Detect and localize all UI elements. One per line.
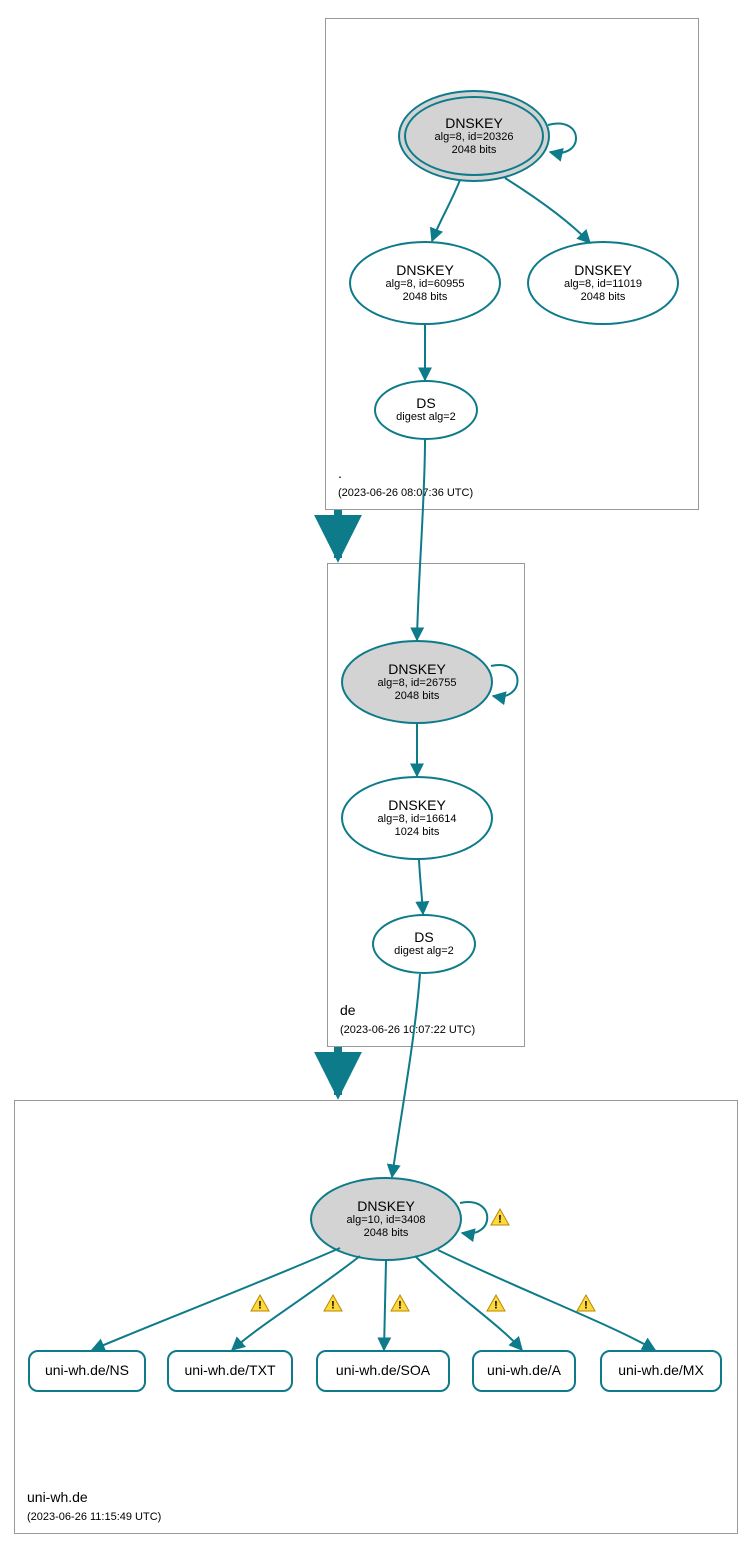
dnskey-de-ksk: DNSKEY alg=8, id=26755 2048 bits <box>341 640 493 724</box>
node-title: DNSKEY <box>357 1199 415 1214</box>
node-title: DS <box>414 930 433 945</box>
svg-text:!: ! <box>398 1300 402 1312</box>
dnskey-root-zsk1: DNSKEY alg=8, id=60955 2048 bits <box>349 241 501 325</box>
zone-root-label: . <box>338 465 342 481</box>
dnskey-de-zsk: DNSKEY alg=8, id=16614 1024 bits <box>341 776 493 860</box>
node-detail: alg=10, id=3408 <box>347 1214 426 1227</box>
dnskey-uniwh-ksk: DNSKEY alg=10, id=3408 2048 bits <box>310 1177 462 1261</box>
node-detail: alg=8, id=11019 <box>564 278 642 291</box>
node-title: uni-wh.de/TXT <box>184 1363 275 1378</box>
svg-text:!: ! <box>498 1214 502 1226</box>
node-title: uni-wh.de/A <box>487 1363 561 1378</box>
rr-uniwh-mx: uni-wh.de/MX <box>600 1350 722 1392</box>
rr-uniwh-a: uni-wh.de/A <box>472 1350 576 1392</box>
rr-uniwh-ns: uni-wh.de/NS <box>28 1350 146 1392</box>
node-title: DNSKEY <box>445 116 503 131</box>
node-detail: 2048 bits <box>364 1227 409 1240</box>
node-title: uni-wh.de/NS <box>45 1363 129 1378</box>
node-detail: alg=8, id=16614 <box>378 813 457 826</box>
node-detail: 1024 bits <box>395 826 440 839</box>
node-title: uni-wh.de/SOA <box>336 1363 430 1378</box>
warning-icon: ! <box>323 1294 343 1312</box>
warning-icon: ! <box>390 1294 410 1312</box>
node-title: DS <box>416 396 435 411</box>
zone-de-label: de <box>340 1002 356 1018</box>
svg-text:!: ! <box>258 1300 262 1312</box>
node-title: DNSKEY <box>574 263 632 278</box>
node-detail: 2048 bits <box>403 291 448 304</box>
ds-de: DS digest alg=2 <box>372 914 476 974</box>
dnskey-root-ksk: DNSKEY alg=8, id=20326 2048 bits <box>398 90 550 182</box>
node-detail: digest alg=2 <box>396 411 456 424</box>
node-detail: alg=8, id=20326 <box>435 131 514 144</box>
svg-text:!: ! <box>584 1300 588 1312</box>
warning-icon: ! <box>250 1294 270 1312</box>
warning-icon: ! <box>486 1294 506 1312</box>
zone-uniwh-label: uni-wh.de <box>27 1489 88 1505</box>
zone-de-timestamp: (2023-06-26 10:07:22 UTC) <box>340 1024 475 1036</box>
svg-text:!: ! <box>331 1300 335 1312</box>
node-detail: alg=8, id=26755 <box>378 677 457 690</box>
warning-icon: ! <box>576 1294 596 1312</box>
rr-uniwh-soa: uni-wh.de/SOA <box>316 1350 450 1392</box>
node-detail: digest alg=2 <box>394 945 454 958</box>
ds-root: DS digest alg=2 <box>374 380 478 440</box>
svg-text:!: ! <box>494 1300 498 1312</box>
warning-icon: ! <box>490 1208 510 1226</box>
dnskey-root-zsk2: DNSKEY alg=8, id=11019 2048 bits <box>527 241 679 325</box>
node-title: DNSKEY <box>396 263 454 278</box>
rr-uniwh-txt: uni-wh.de/TXT <box>167 1350 293 1392</box>
node-detail: 2048 bits <box>452 144 497 157</box>
zone-uniwh: uni-wh.de (2023-06-26 11:15:49 UTC) <box>14 1100 738 1534</box>
node-detail: alg=8, id=60955 <box>386 278 465 291</box>
zone-uniwh-timestamp: (2023-06-26 11:15:49 UTC) <box>27 1511 161 1523</box>
node-title: uni-wh.de/MX <box>618 1363 704 1378</box>
node-title: DNSKEY <box>388 662 446 677</box>
node-detail: 2048 bits <box>395 690 440 703</box>
node-detail: 2048 bits <box>581 291 626 304</box>
node-title: DNSKEY <box>388 798 446 813</box>
zone-root-timestamp: (2023-06-26 08:07:36 UTC) <box>338 487 473 499</box>
